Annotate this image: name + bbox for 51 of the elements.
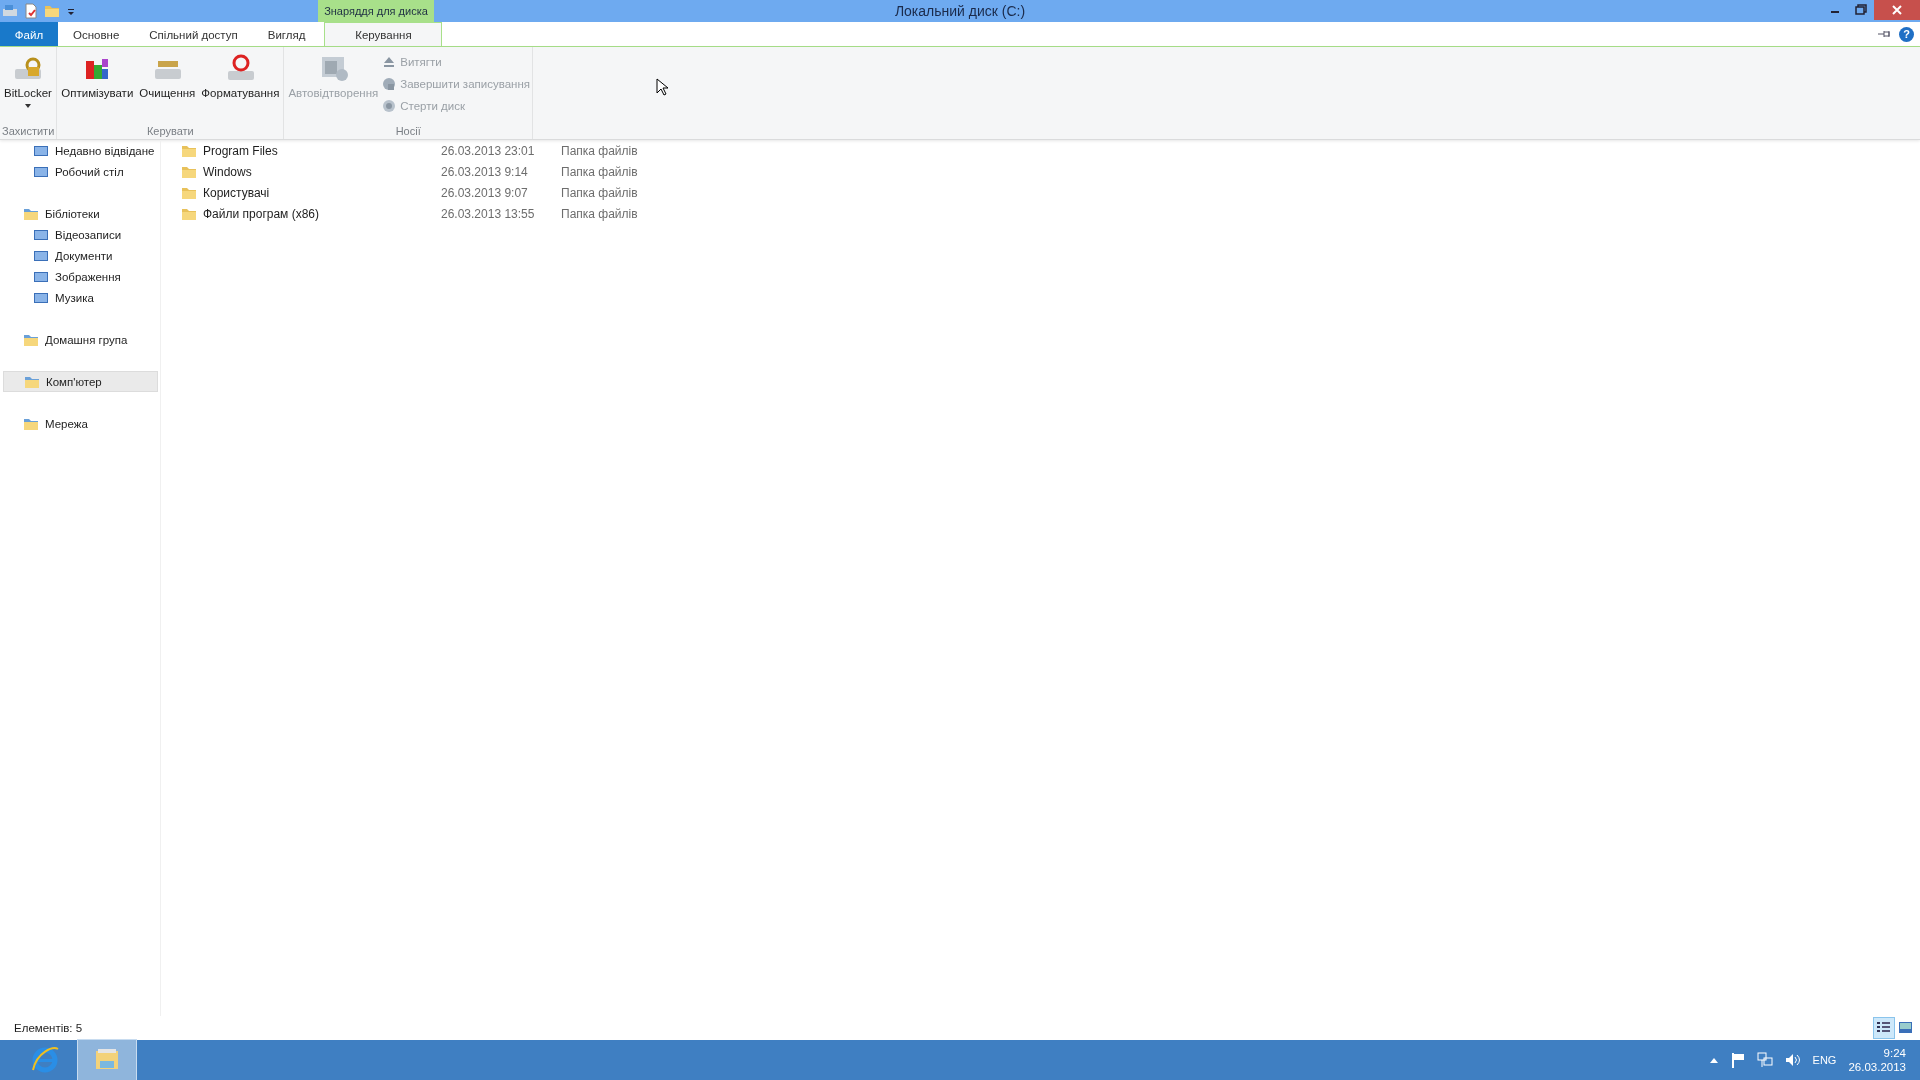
ribbon-tab[interactable]: Керування (324, 22, 443, 46)
file-name[interactable]: Program Files (203, 143, 278, 158)
flag-icon[interactable] (1730, 1052, 1745, 1068)
nav-item[interactable]: Недавно відвідане (3, 140, 156, 161)
group-label: Керувати (145, 125, 195, 139)
nav-item[interactable]: Зображення (3, 266, 156, 287)
file-date: 26.03.2013 9:07 (441, 185, 529, 200)
clock-date[interactable]: 26.03.2013 (1848, 1060, 1906, 1074)
cursor-icon (656, 78, 668, 96)
ribbon-button[interactable]: Оптимізувати (59, 53, 136, 99)
file-type: Папка файлів (561, 164, 638, 179)
file-type: Папка файлів (561, 143, 638, 158)
close-icon[interactable] (1874, 0, 1920, 20)
nav-item[interactable]: Домашня група (3, 329, 156, 350)
window-title: Локальний диск (C:) (893, 3, 1027, 19)
file-name[interactable]: Windows (203, 164, 252, 179)
nav-item[interactable]: Музика (3, 287, 156, 308)
file-date: 26.03.2013 13:55 (441, 206, 536, 221)
speaker-icon[interactable] (1784, 1052, 1801, 1068)
network-icon[interactable] (1756, 1052, 1773, 1068)
file-date: 26.03.2013 9:14 (441, 164, 529, 179)
file-name[interactable]: Користувачі (203, 185, 270, 200)
ribbon-tab[interactable]: Файл (0, 22, 58, 46)
clock-time[interactable]: 9:24 (1883, 1046, 1906, 1060)
nav-item[interactable]: Документи (3, 245, 156, 266)
nav-item[interactable]: Бібліотеки (3, 203, 156, 224)
ribbon-button[interactable]: BitLocker (2, 53, 54, 109)
ribbon-button[interactable]: Форматування (199, 53, 282, 99)
group-label: Носії (394, 125, 422, 139)
properties-icon[interactable] (24, 3, 38, 19)
eject-icon (382, 55, 397, 69)
erase-disc-icon (382, 99, 397, 113)
context-tab-group: Знаряддя для диска (318, 0, 434, 22)
file-type: Папка файлів (561, 185, 638, 200)
language-indicator[interactable]: ENG (1812, 1054, 1837, 1066)
ribbon-tab[interactable]: Спільний доступ (134, 22, 253, 46)
drive-icon[interactable] (2, 3, 18, 19)
ribbon-tab[interactable]: Вигляд (252, 22, 321, 46)
file-type: Папка файлів (561, 206, 638, 221)
status-text: Елементів: 5 (14, 1022, 83, 1034)
ribbon-button[interactable]: Очищення (137, 53, 198, 99)
nav-item[interactable]: Комп'ютер (3, 371, 158, 392)
group-label: Захистити (2, 125, 55, 139)
details-view-icon[interactable] (1874, 1018, 1894, 1038)
nav-item[interactable]: Мережа (3, 413, 156, 434)
nav-item[interactable]: Відеозаписи (3, 224, 156, 245)
nav-item[interactable]: Робочий стіл (3, 161, 156, 182)
help-button[interactable]: ? (1899, 26, 1914, 42)
ribbon-tab[interactable]: Основне (58, 22, 135, 46)
file-date: 26.03.2013 23:01 (441, 143, 536, 158)
file-name[interactable]: Файли програм (x86) (203, 206, 320, 221)
